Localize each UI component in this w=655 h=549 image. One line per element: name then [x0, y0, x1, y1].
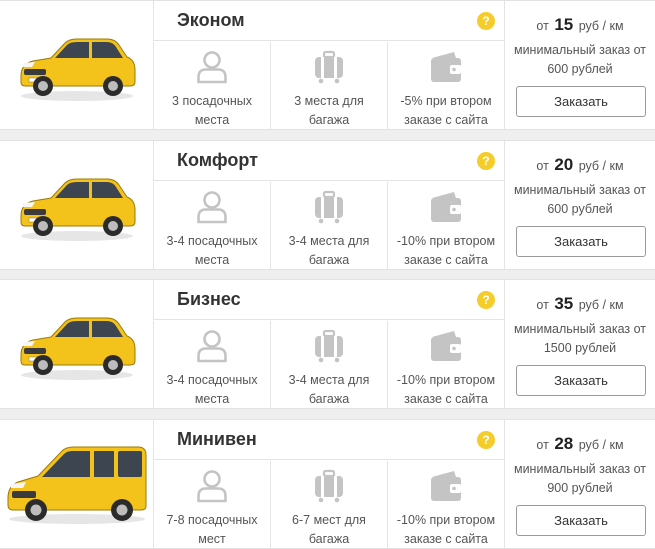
wallet-icon [388, 329, 504, 363]
price-value: 35 [554, 294, 574, 313]
wallet-icon [388, 469, 504, 503]
seats-text: 3 посадочных места [172, 94, 252, 127]
price-prefix: от [536, 438, 549, 452]
luggage-icon [271, 329, 387, 363]
price-block: от 20 руб / км минимальный заказ от 600 … [504, 141, 655, 269]
price-unit: руб / км [578, 159, 624, 173]
person-icon [154, 50, 270, 84]
feature-luggage: 3-4 места для багажа [270, 182, 387, 270]
price-block: от 35 руб / км минимальный заказ от 1500… [504, 280, 655, 408]
price-value: 20 [554, 155, 574, 174]
tariff-card: Комфорт ? 3-4 посадочных места 3-4 места… [0, 140, 655, 270]
taxi-car-illustration [20, 38, 135, 101]
seats-text: 3-4 посадочных места [166, 234, 258, 267]
person-icon [154, 190, 270, 224]
luggage-text: 3-4 места для багажа [288, 373, 370, 406]
feature-seats: 3-4 посадочных места [153, 182, 270, 270]
price-unit: руб / км [578, 438, 624, 452]
tariff-header: Бизнес ? [153, 280, 504, 320]
price-rate: от 20 руб / км [505, 155, 655, 175]
order-button[interactable]: Заказать [516, 365, 646, 396]
discount-text: -5% при втором заказе с сайта [400, 94, 492, 127]
feature-luggage: 6-7 мест для багажа [270, 461, 387, 549]
price-prefix: от [536, 159, 549, 173]
help-icon[interactable]: ? [477, 431, 495, 449]
feature-discount: -5% при втором заказе с сайта [387, 42, 504, 130]
feature-discount: -10% при втором заказе с сайта [387, 182, 504, 270]
tariff-title: Бизнес [177, 289, 241, 309]
feature-seats: 7-8 посадочных мест [153, 461, 270, 549]
min-order: минимальный заказ от 600 рублей [513, 43, 646, 76]
luggage-text: 3 места для багажа [294, 94, 364, 127]
car-image [0, 141, 153, 269]
min-order: минимальный заказ от 600 рублей [513, 183, 646, 216]
tariff-title: Эконом [177, 10, 245, 30]
price-value: 28 [554, 434, 574, 453]
tariff-title: Комфорт [177, 150, 258, 170]
order-button[interactable]: Заказать [516, 86, 646, 117]
car-image [0, 280, 153, 408]
help-icon[interactable]: ? [477, 152, 495, 170]
car-image [0, 1, 153, 129]
seats-text: 3-4 посадочных места [166, 373, 258, 406]
order-button[interactable]: Заказать [516, 505, 646, 536]
luggage-icon [271, 190, 387, 224]
price-block: от 28 руб / км минимальный заказ от 900 … [504, 420, 655, 548]
help-icon[interactable]: ? [477, 291, 495, 309]
price-prefix: от [536, 298, 549, 312]
tariff-card: Бизнес ? 3-4 посадочных места 3-4 места … [0, 279, 655, 409]
person-icon [154, 469, 270, 503]
order-button[interactable]: Заказать [516, 226, 646, 257]
seats-text: 7-8 посадочных мест [166, 513, 258, 546]
feature-discount: -10% при втором заказе с сайта [387, 321, 504, 409]
tariff-header: Эконом ? [153, 1, 504, 41]
feature-luggage: 3 места для багажа [270, 42, 387, 130]
min-order: минимальный заказ от 1500 рублей [513, 322, 646, 355]
tariff-header: Комфорт ? [153, 141, 504, 181]
price-block: от 15 руб / км минимальный заказ от 600 … [504, 1, 655, 129]
wallet-icon [388, 190, 504, 224]
luggage-icon [271, 469, 387, 503]
discount-text: -10% при втором заказе с сайта [396, 234, 496, 267]
luggage-icon [271, 50, 387, 84]
min-order: минимальный заказ от 900 рублей [513, 462, 646, 495]
discount-text: -10% при втором заказе с сайта [396, 513, 496, 546]
price-value: 15 [554, 15, 574, 34]
tariff-card: Эконом ? 3 посадочных места 3 места для … [0, 0, 655, 130]
price-rate: от 15 руб / км [505, 15, 655, 35]
feature-seats: 3 посадочных места [153, 42, 270, 130]
luggage-text: 3-4 места для багажа [288, 234, 370, 267]
feature-luggage: 3-4 места для багажа [270, 321, 387, 409]
discount-text: -10% при втором заказе с сайта [396, 373, 496, 406]
price-rate: от 28 руб / км [505, 434, 655, 454]
luggage-text: 6-7 мест для багажа [292, 513, 366, 546]
feature-discount: -10% при втором заказе с сайта [387, 461, 504, 549]
wallet-icon [388, 50, 504, 84]
price-rate: от 35 руб / км [505, 294, 655, 314]
taxi-car-illustration [20, 317, 135, 380]
price-unit: руб / км [578, 298, 624, 312]
person-icon [154, 329, 270, 363]
tariff-title: Минивен [177, 429, 257, 449]
help-icon[interactable]: ? [477, 12, 495, 30]
tariff-card: Минивен ? 7-8 посадочных мест 6-7 мест д… [0, 419, 655, 549]
price-prefix: от [536, 19, 549, 33]
tariff-header: Минивен ? [153, 420, 504, 460]
taxi-car-illustration [7, 446, 146, 524]
price-unit: руб / км [578, 19, 624, 33]
feature-seats: 3-4 посадочных места [153, 321, 270, 409]
taxi-car-illustration [20, 178, 135, 241]
car-image [0, 420, 153, 548]
